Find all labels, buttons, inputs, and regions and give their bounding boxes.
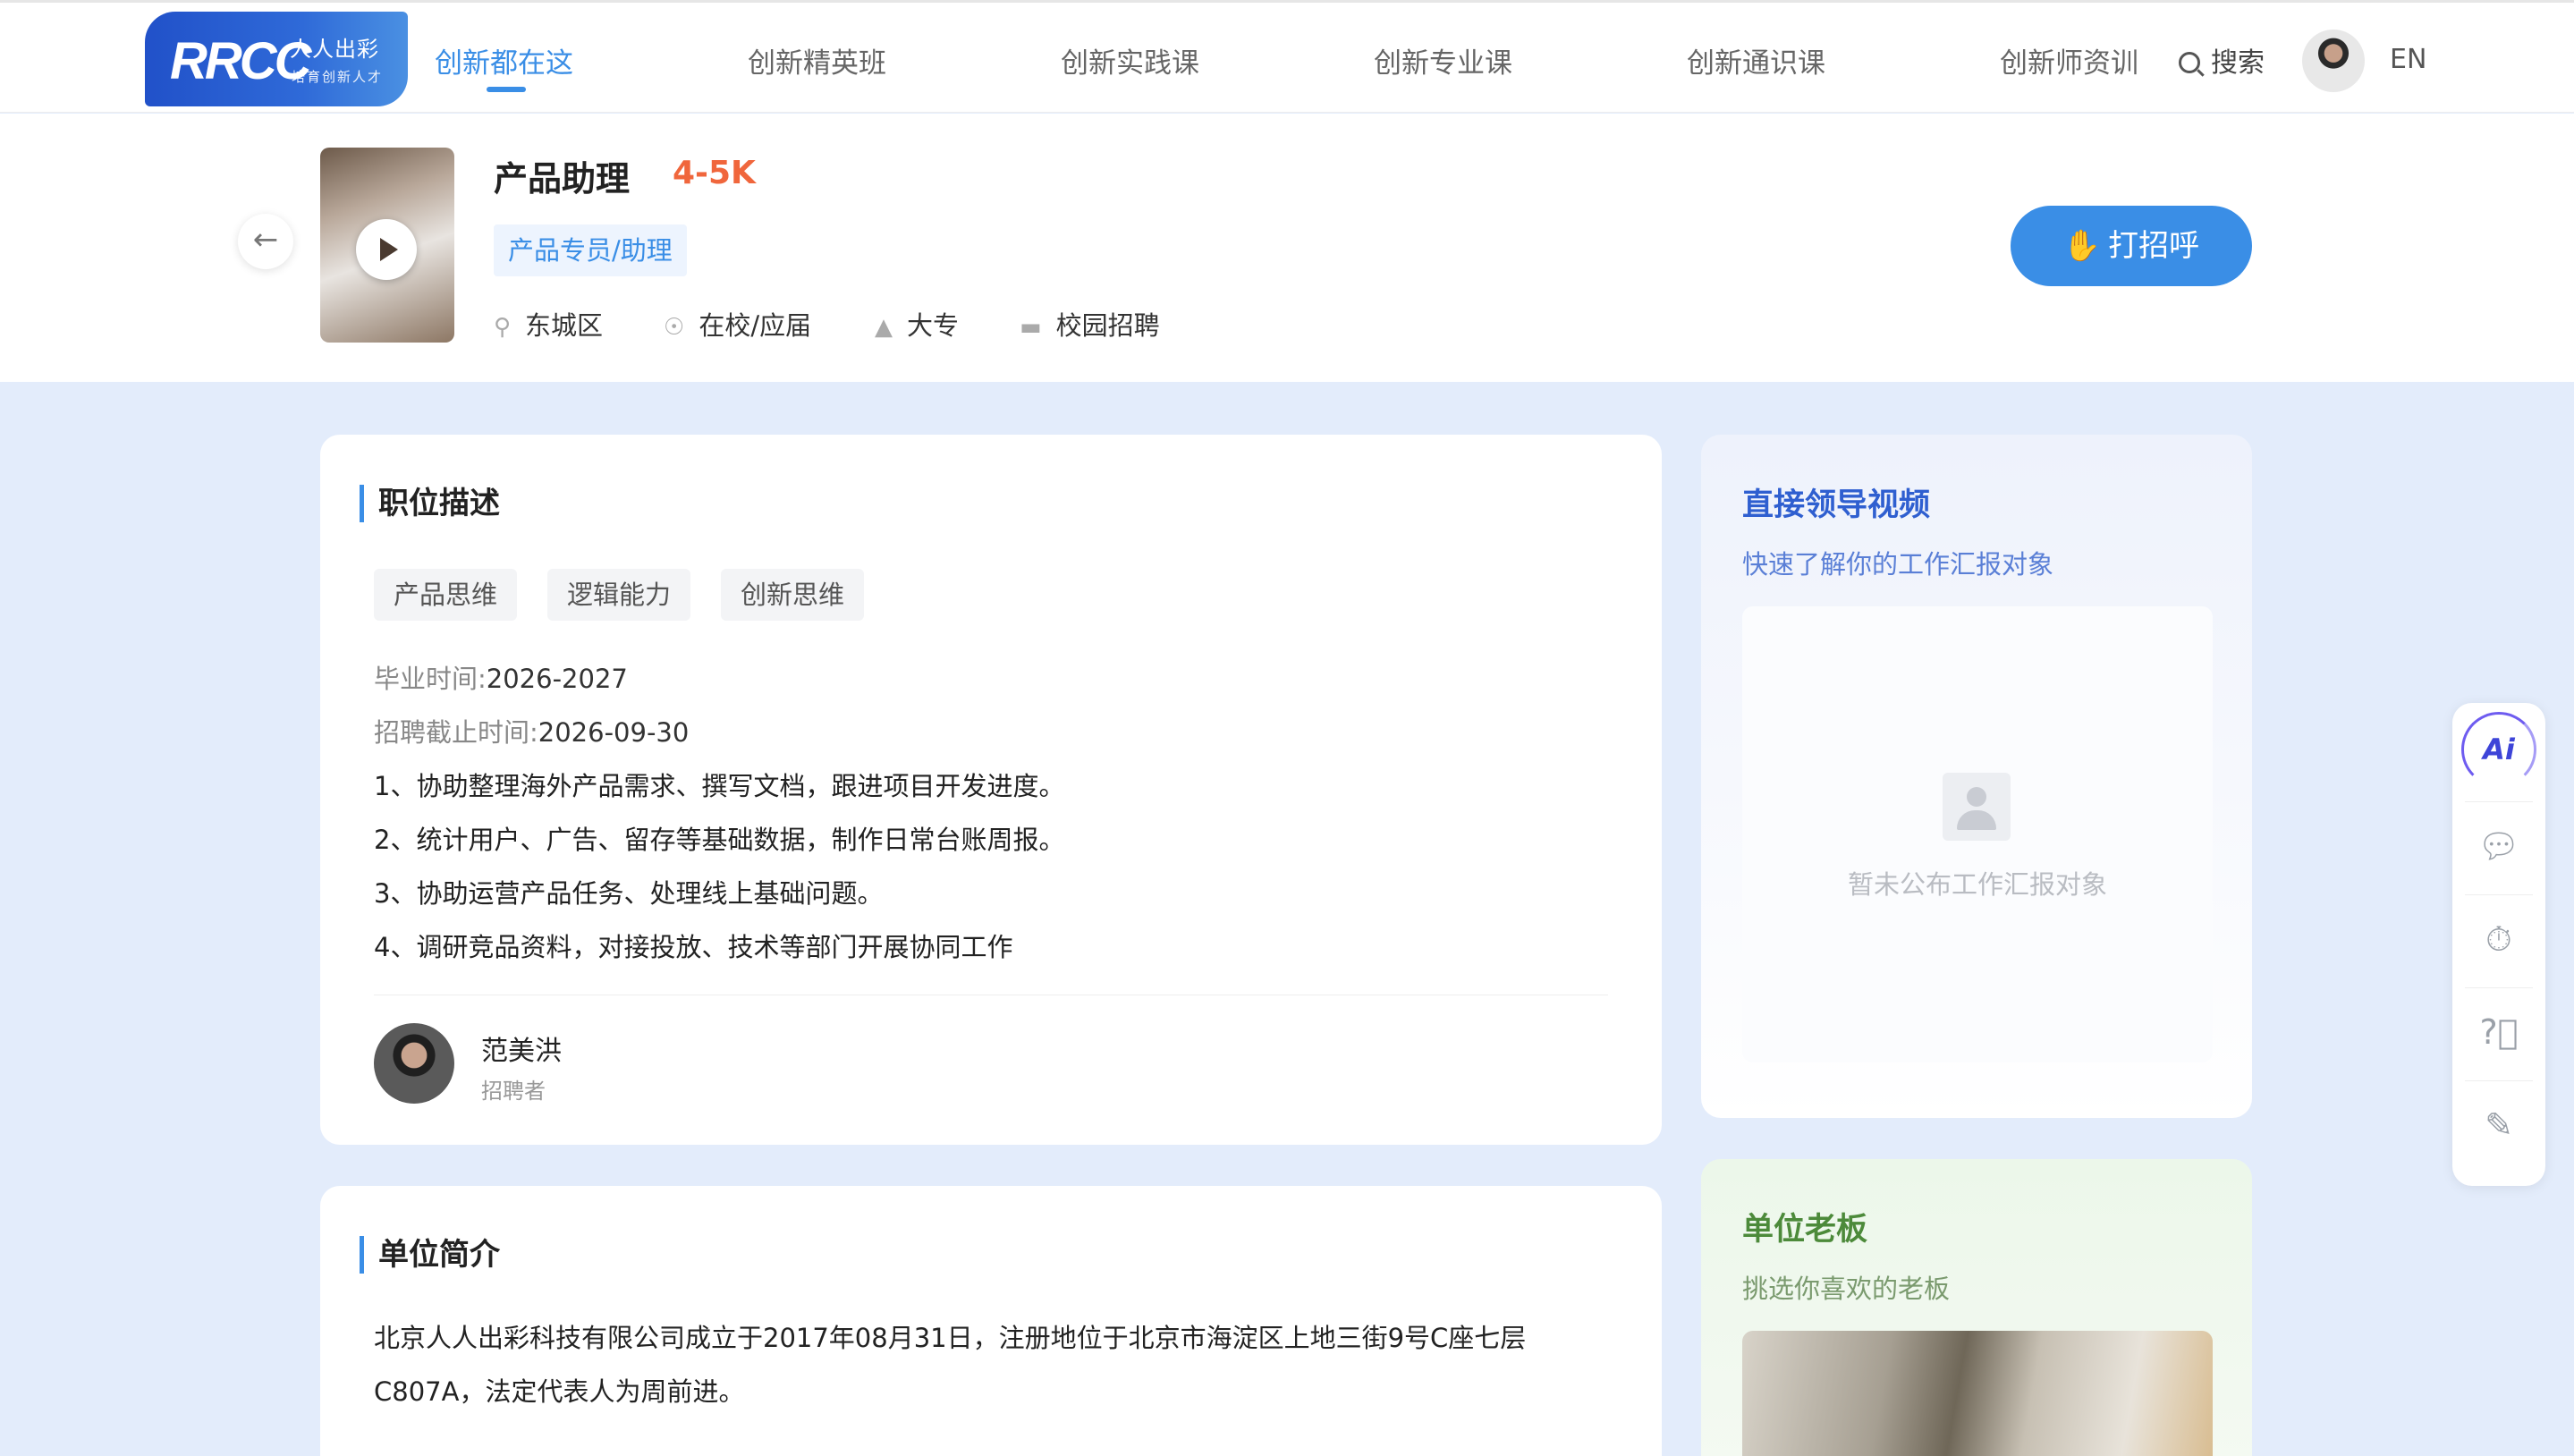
greet-button-label: 打招呼 [2108,228,2200,264]
boss-photo[interactable] [1742,1331,2213,1456]
company-intro-text: 北京人人出彩科技有限公司成立于2017年08月31日，注册地位于北京市海淀区上地… [374,1323,1527,1407]
nav-item-professional-course[interactable]: 创新专业课 [1374,40,1512,80]
edit-icon: ✎ [2485,1105,2513,1145]
company-intro-title: 单位简介 [360,1236,500,1274]
side-toolbar: Ai 💬︎ ⏱︎ ?⃝ ✎ [2452,703,2545,1186]
recruiter-role: 招聘者 [481,1079,546,1104]
user-avatar[interactable] [2302,30,2365,92]
timer-button[interactable]: ⏱︎ [2452,893,2545,986]
graduation-cap-icon: ▲ [875,314,893,341]
medal-icon: ☉ [664,314,685,341]
job-salary: 4-5K [673,155,756,191]
job-education: ▲ 大专 [875,305,959,343]
logo-chinese-name: 人人出彩 [290,37,379,62]
arrow-left-icon: ← [252,222,279,258]
graduation-time: 毕业时间:2026-2027 [374,658,628,696]
recruiter-name: 范美洪 [481,1036,562,1067]
chat-icon: 💬︎ [2477,826,2521,866]
duty-item: 1、协助整理海外产品需求、撰写文档，跟进项目开发进度。 [374,771,1065,801]
timer-icon: ⏱︎ [2485,919,2512,959]
company-boss-card: 单位老板 挑选你喜欢的老板 [1701,1159,2252,1456]
graduation-time-label: 毕业时间: [374,664,487,694]
job-education-text: 大专 [907,310,960,341]
job-description-card: 职位描述 产品思维 逻辑能力 创新思维 毕业时间:2026-2027 招聘截止时… [320,435,1662,1145]
person-placeholder-icon [1943,773,2011,841]
deadline-value: 2026-09-30 [538,717,690,748]
job-type-text: 校园招聘 [1055,310,1160,341]
recruiter-avatar[interactable] [374,1023,454,1104]
top-navigation: RRCC 人人出彩 培育创新人才 创新都在这 创新精英班 创新实践课 创新专业课… [0,0,2574,113]
nav-item-innovation-home[interactable]: 创新都在这 [435,40,573,80]
play-icon[interactable] [356,219,417,280]
greet-button[interactable]: ✋ 打招呼 [2011,206,2252,286]
search-button[interactable]: 搜索 [2179,40,2265,80]
nav-active-indicator [487,87,526,92]
leader-video-subtitle: 快速了解你的工作汇报对象 [1742,549,2054,580]
leader-empty-text: 暂未公布工作汇报对象 [1847,869,2107,900]
search-label: 搜索 [2211,47,2265,79]
help-button[interactable]: ?⃝ [2452,986,2545,1079]
nav-item-elite-class[interactable]: 创新精英班 [748,40,886,80]
skill-tag: 逻辑能力 [547,569,691,621]
boss-title: 单位老板 [1742,1212,1868,1248]
feedback-button[interactable]: ✎ [2452,1079,2545,1172]
help-icon: ?⃝ [2479,1012,2519,1052]
hand-wave-icon: ✋ [2062,228,2102,264]
job-category-tag: 产品专员/助理 [494,224,687,276]
job-header: ← 产品助理 4-5K 产品专员/助理 ⚲ 东城区 ☉ 在校/应届 ▲ 大专 ▬ 校园招… [0,114,2574,382]
job-location: ⚲ 东城区 [494,305,603,343]
boss-subtitle: 挑选你喜欢的老板 [1742,1274,1951,1304]
leader-video-title: 直接领导视频 [1742,487,1931,523]
skill-tag: 创新思维 [721,569,865,621]
language-switch[interactable]: EN [2390,44,2426,75]
logo-mark: RRCC [170,32,312,90]
job-recruit-type: ▬ 校园招聘 [1020,305,1160,343]
briefcase-icon: ▬ [1020,314,1042,341]
job-status-text: 在校/应届 [699,310,812,341]
search-icon [2179,52,2200,73]
application-deadline: 招聘截止时间:2026-09-30 [374,712,689,749]
nav-item-general-course[interactable]: 创新通识课 [1687,40,1825,80]
deadline-label: 招聘截止时间: [374,717,538,748]
skill-tag: 产品思维 [374,569,518,621]
company-intro-card: 单位简介 北京人人出彩科技有限公司成立于2017年08月31日，注册地位于北京市… [320,1186,1662,1456]
duty-item: 3、协助运营产品任务、处理线上基础问题。 [374,878,884,909]
location-pin-icon: ⚲ [494,314,512,341]
nav-item-teacher-training[interactable]: 创新师资训 [2000,40,2138,80]
ai-assistant-button[interactable]: Ai [2452,703,2545,796]
chat-button[interactable]: 💬︎ [2452,800,2545,893]
duty-item: 4、调研竞品资料，对接投放、技术等部门开展协同工作 [374,932,1013,962]
job-location-text: 东城区 [525,310,604,341]
duty-item: 2、统计用户、广告、留存等基础数据，制作日常台账周报。 [374,825,1065,855]
logo-slogan: 培育创新人才 [292,69,384,85]
site-logo[interactable]: RRCC 人人出彩 培育创新人才 [145,12,408,106]
leader-video-empty-state: 暂未公布工作汇报对象 [1742,606,2213,1062]
job-title: 产品助理 [494,159,631,199]
ai-icon: Ai [2461,712,2536,787]
graduation-time-value: 2026-2027 [486,664,628,694]
leader-video-card: 直接领导视频 快速了解你的工作汇报对象 暂未公布工作汇报对象 [1701,435,2252,1118]
job-video-thumbnail[interactable] [320,148,454,343]
back-button[interactable]: ← [238,214,293,269]
nav-item-practice-course[interactable]: 创新实践课 [1061,40,1199,80]
job-description-title: 职位描述 [360,485,500,522]
job-candidate-status: ☉ 在校/应届 [664,305,811,343]
